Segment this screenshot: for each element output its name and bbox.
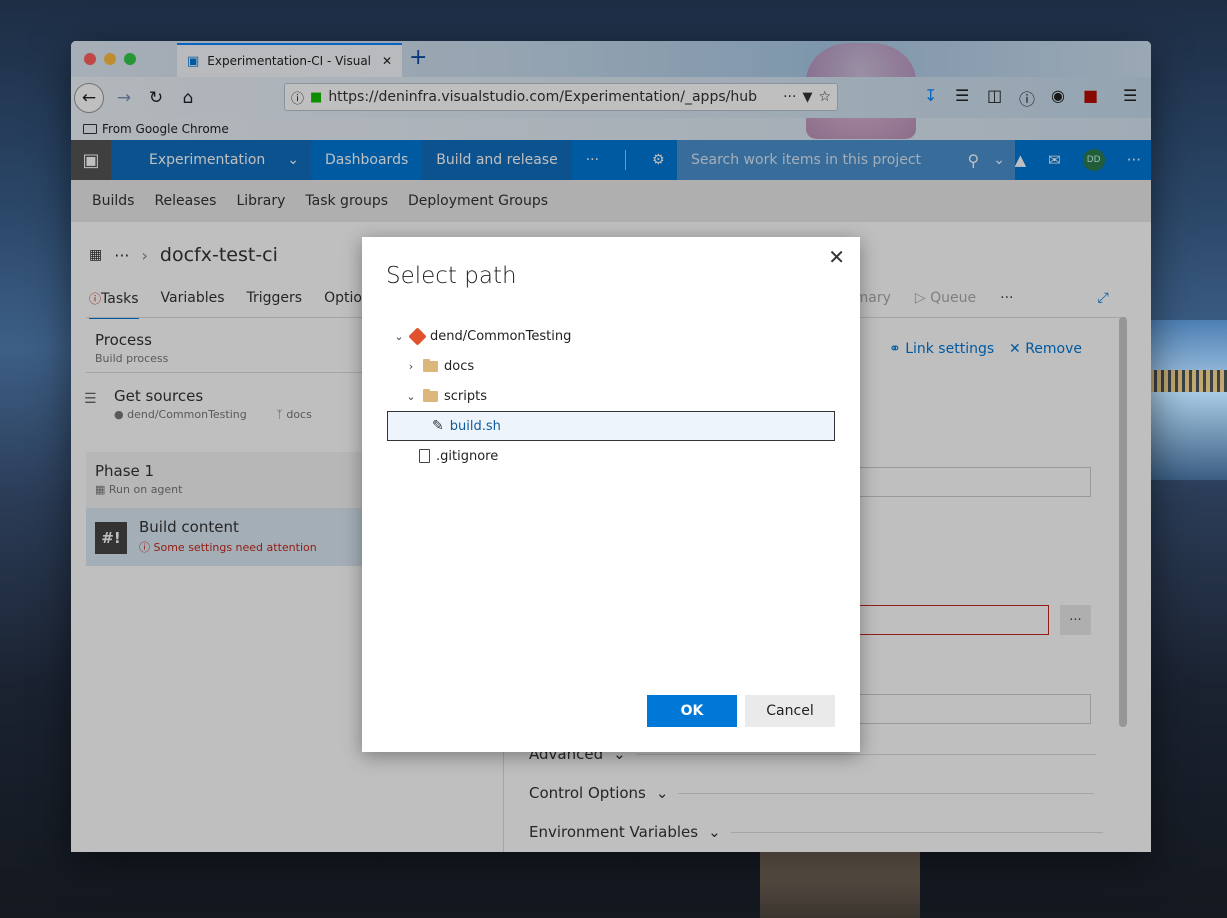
tree-node-docs[interactable]: › docs — [387, 351, 835, 381]
folder-icon — [423, 388, 438, 402]
close-icon[interactable]: ✕ — [828, 245, 845, 269]
folder-icon — [423, 358, 438, 372]
chevron-down-icon[interactable]: ⌄ — [393, 330, 405, 343]
tree-node-label: .gitignore — [436, 448, 499, 464]
tree-node-repo[interactable]: ⌄ dend/CommonTesting — [387, 321, 835, 351]
path-tree: ⌄ dend/CommonTesting › docs ⌄ scripts ✎ … — [387, 321, 835, 471]
tree-node-scripts[interactable]: ⌄ scripts — [387, 381, 835, 411]
tree-node-label: scripts — [444, 388, 487, 404]
file-icon — [419, 449, 430, 463]
desktop-background-bridge — [1150, 370, 1227, 392]
cancel-button[interactable]: Cancel — [745, 695, 835, 727]
tree-node-label: build.sh — [449, 418, 501, 434]
tree-node-build-sh[interactable]: ✎ build.sh — [387, 411, 835, 441]
ok-button[interactable]: OK — [647, 695, 737, 727]
desktop-background-light — [1140, 320, 1227, 480]
tree-node-label: dend/CommonTesting — [430, 328, 572, 344]
chevron-right-icon[interactable]: › — [405, 360, 417, 373]
git-repo-icon — [408, 326, 427, 346]
desktop-background-tower — [760, 852, 920, 918]
select-path-dialog: Select path ✕ ⌄ dend/CommonTesting › doc… — [362, 237, 860, 752]
tree-node-label: docs — [444, 358, 475, 374]
chevron-down-icon[interactable]: ⌄ — [405, 390, 417, 403]
script-file-icon: ✎ — [432, 418, 444, 434]
dialog-title: Select path — [386, 263, 517, 289]
tree-node-gitignore[interactable]: .gitignore — [387, 441, 835, 471]
